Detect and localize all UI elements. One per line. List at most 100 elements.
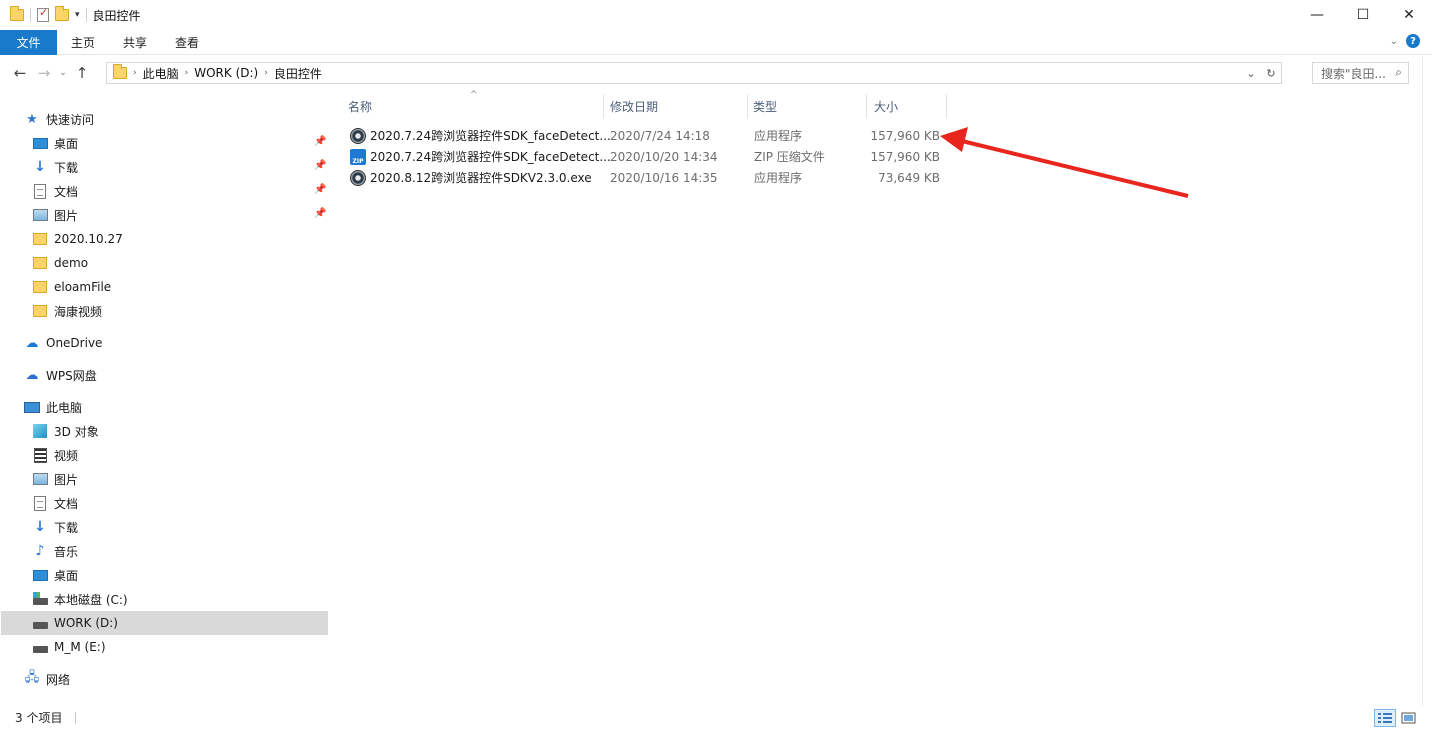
nav-item-drive-e[interactable]: M_M (E:) — [32, 635, 106, 659]
column-divider[interactable] — [747, 94, 748, 118]
item-count: 3 个项目 — [15, 711, 63, 725]
nav-item-drive-c[interactable]: 本地磁盘 (C:) — [32, 587, 128, 611]
address-bar[interactable]: › 此电脑 › WORK (D:) › 良田控件 ⌄ ↻ — [106, 62, 1282, 84]
tab-file[interactable]: 文件 — [0, 29, 57, 55]
search-icon: ⌕ — [1395, 65, 1402, 79]
column-divider[interactable] — [946, 94, 947, 118]
network-icon: 🖧 — [24, 670, 40, 685]
nav-item-pictures[interactable]: 图片 — [32, 203, 78, 227]
document-icon — [34, 183, 46, 199]
close-button[interactable]: ✕ — [1386, 0, 1432, 30]
nav-item-desktop[interactable]: 桌面 — [32, 131, 78, 155]
navigation-bar: ← → ⌄ ↑ › 此电脑 › WORK (D:) › 良田控件 ⌄ ↻ 搜索"… — [0, 56, 1432, 90]
maximize-button[interactable]: ☐ — [1340, 0, 1386, 30]
breadcrumb-work-drive[interactable]: WORK (D:) — [194, 66, 258, 80]
nav-label: 视频 — [54, 448, 79, 463]
nav-item-pictures[interactable]: 图片 — [32, 467, 78, 491]
chevron-right-icon[interactable]: › — [264, 68, 268, 78]
pin-icon: 📌 — [314, 208, 327, 219]
new-folder-icon[interactable] — [55, 6, 69, 21]
tab-share[interactable]: 共享 — [109, 30, 161, 55]
nav-item-downloads[interactable]: ↓ 下载 — [32, 515, 78, 539]
column-header-name[interactable]: 名称 — [348, 94, 603, 118]
nav-item-documents[interactable]: 文档 — [32, 179, 78, 203]
up-button[interactable]: ↑ — [70, 61, 94, 85]
nav-item-folder[interactable]: eloamFile — [32, 275, 111, 299]
breadcrumb-this-pc[interactable]: 此电脑 — [143, 65, 179, 82]
file-row[interactable]: ZIP 2020.7.24跨浏览器控件SDK_faceDetect... 202… — [346, 146, 946, 167]
tab-home[interactable]: 主页 — [57, 30, 109, 55]
drive-icon — [32, 621, 48, 629]
file-row[interactable]: 2020.7.24跨浏览器控件SDK_faceDetect... 2020/7/… — [346, 125, 946, 146]
file-date: 2020/10/16 14:35 — [610, 170, 718, 185]
large-icons-view-button[interactable] — [1398, 709, 1420, 727]
nav-label: 音乐 — [54, 544, 79, 559]
nav-item-folder[interactable]: 2020.10.27 — [32, 227, 123, 251]
customize-toolbar-icon[interactable]: ▾ — [75, 10, 80, 20]
recent-locations-button[interactable]: ⌄ — [56, 61, 70, 85]
nav-item-3d-objects[interactable]: 3D 对象 — [32, 419, 99, 443]
properties-icon[interactable] — [37, 6, 49, 22]
chevron-right-icon[interactable]: › — [185, 68, 189, 78]
minimize-button[interactable]: — — [1294, 0, 1340, 30]
nav-label: OneDrive — [46, 336, 103, 350]
nav-label: 桌面 — [54, 568, 79, 583]
status-bar: 3 个项目 — [0, 705, 1432, 731]
nav-quick-access[interactable]: ★ 快速访问 — [24, 107, 94, 131]
folder-icon — [10, 6, 24, 21]
expand-ribbon-icon[interactable]: ⌄ — [1390, 36, 1398, 47]
nav-item-folder[interactable]: 海康视频 — [32, 299, 102, 323]
nav-label: 3D 对象 — [54, 424, 99, 439]
nav-item-drive-d[interactable]: WORK (D:) — [1, 611, 328, 635]
nav-label: 图片 — [54, 472, 79, 487]
nav-onedrive[interactable]: ☁ OneDrive — [24, 331, 103, 355]
pin-icon: 📌 — [314, 160, 327, 171]
column-header-type[interactable]: 类型 — [753, 94, 866, 118]
quick-access-toolbar: ▾ — [0, 0, 87, 30]
nav-label: eloamFile — [54, 280, 112, 294]
folder-icon — [113, 64, 127, 79]
nav-item-videos[interactable]: 视频 — [32, 443, 78, 467]
details-view-icon — [1378, 713, 1392, 723]
file-date: 2020/7/24 14:18 — [610, 128, 710, 143]
file-name: 2020.7.24跨浏览器控件SDK_faceDetect... — [370, 129, 611, 143]
nav-item-documents[interactable]: 文档 — [32, 491, 78, 515]
search-input[interactable]: 搜索"良田... ⌕ — [1312, 62, 1409, 84]
file-size: 157,960 KB — [870, 128, 940, 143]
nav-this-pc[interactable]: 此电脑 — [24, 395, 82, 419]
large-icons-view-icon — [1401, 712, 1416, 724]
nav-label: 文档 — [54, 496, 79, 511]
file-type: 应用程序 — [754, 171, 803, 185]
details-view-button[interactable] — [1374, 709, 1396, 727]
desktop-icon — [32, 569, 48, 581]
video-icon — [33, 447, 47, 463]
document-icon — [34, 495, 46, 511]
nav-item-downloads[interactable]: ↓ 下载 — [32, 155, 78, 179]
forward-button[interactable]: → — [32, 61, 56, 85]
tab-view[interactable]: 查看 — [161, 30, 213, 55]
file-row[interactable]: 2020.8.12跨浏览器控件SDKV2.3.0.exe 2020/10/16 … — [346, 167, 946, 188]
nav-item-music[interactable]: ♪ 音乐 — [32, 539, 78, 563]
computer-icon — [24, 401, 40, 413]
zip-icon: ZIP — [350, 148, 366, 165]
nav-wps-drive[interactable]: ☁ WPS网盘 — [24, 363, 97, 387]
column-divider[interactable] — [866, 94, 867, 118]
nav-network[interactable]: 🖧 网络 — [24, 667, 70, 691]
nav-item-desktop[interactable]: 桌面 — [32, 563, 78, 587]
nav-label: 下载 — [54, 160, 79, 175]
exe-icon — [350, 169, 366, 186]
refresh-icon[interactable]: ↻ — [1261, 67, 1281, 80]
nav-item-folder[interactable]: demo — [32, 251, 88, 275]
column-header-size[interactable]: 大小 — [874, 94, 946, 118]
address-history-icon[interactable]: ⌄ — [1241, 67, 1261, 80]
help-icon[interactable]: ? — [1406, 34, 1420, 48]
pictures-icon — [32, 209, 48, 221]
chevron-right-icon[interactable]: › — [133, 68, 137, 78]
search-placeholder: 搜索"良田... — [1321, 66, 1386, 81]
vertical-scrollbar[interactable] — [1422, 56, 1432, 706]
column-header-date[interactable]: 修改日期 — [610, 94, 747, 118]
column-divider[interactable] — [603, 94, 604, 118]
folder-icon — [33, 257, 47, 269]
breadcrumb-current-folder[interactable]: 良田控件 — [274, 65, 322, 82]
back-button[interactable]: ← — [8, 61, 32, 85]
